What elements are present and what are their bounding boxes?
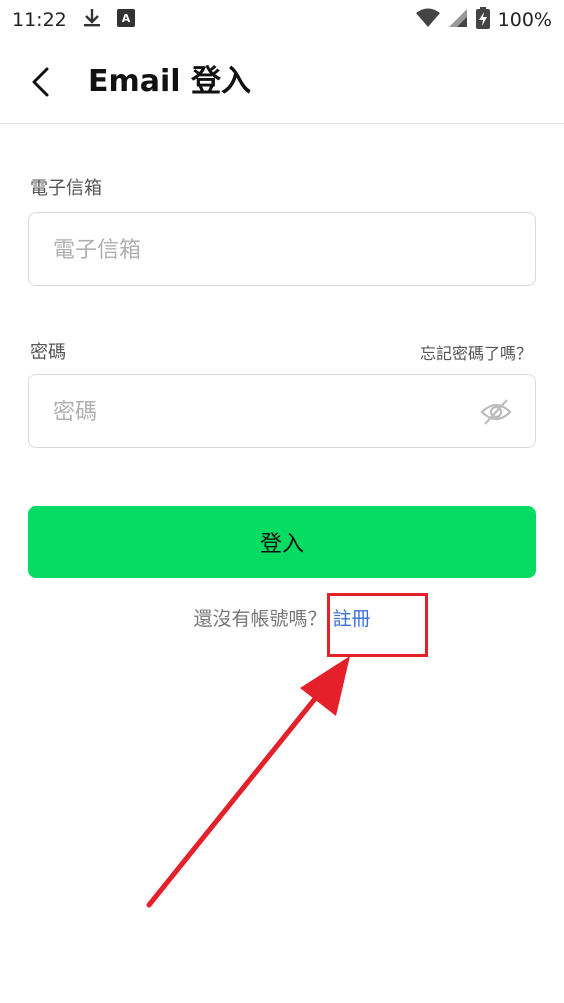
annotation-arrow (146, 656, 350, 908)
